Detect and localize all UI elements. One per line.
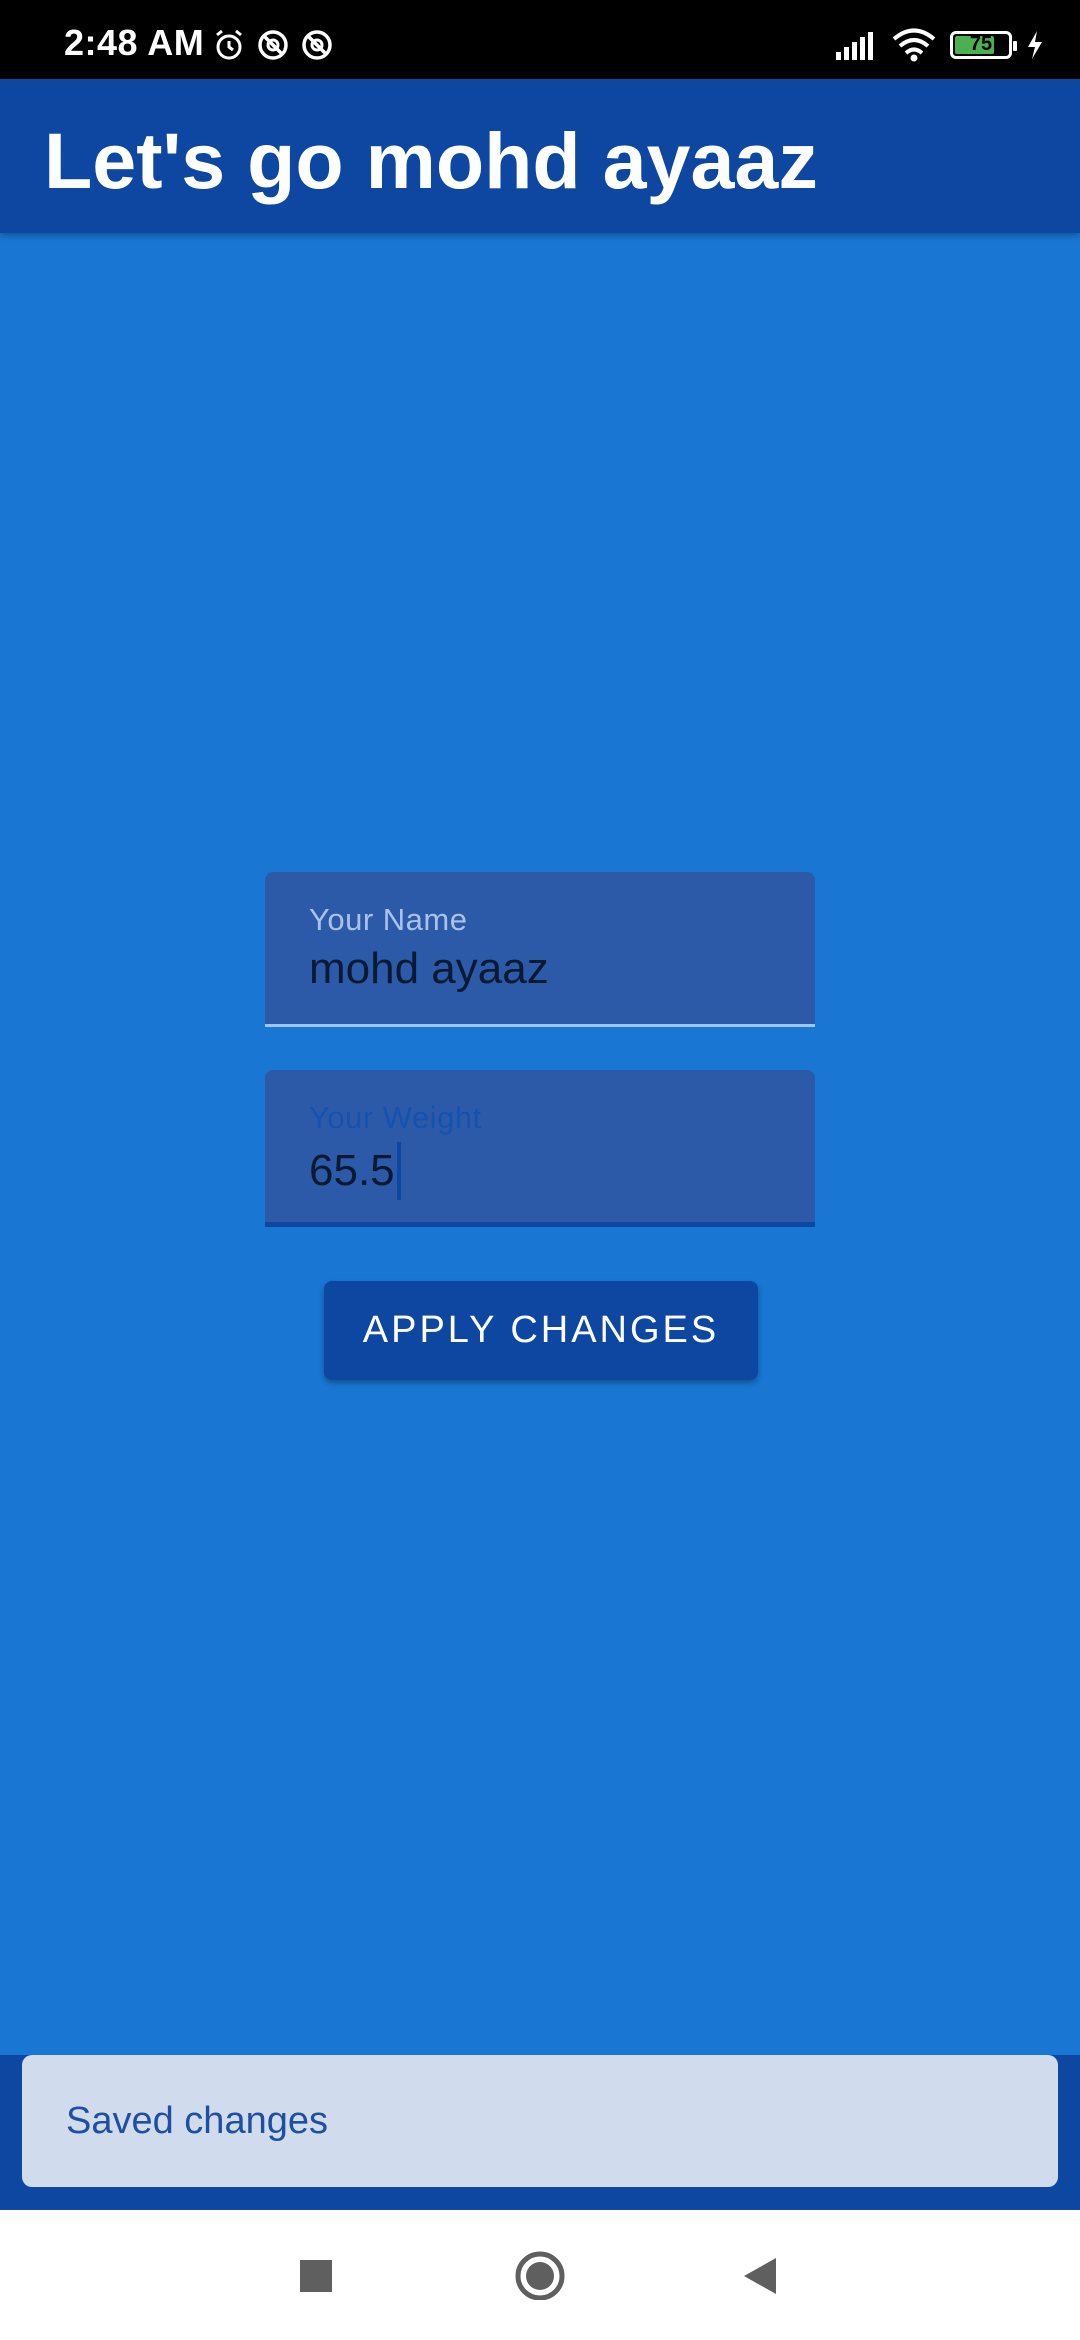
battery-icon: 75 xyxy=(950,31,1017,59)
snackbar-message: Saved changes xyxy=(66,2100,328,2142)
name-input-text[interactable]: mohd ayaaz xyxy=(309,944,549,994)
snackbar-container: Saved changes xyxy=(0,2055,1080,2210)
charging-icon xyxy=(1028,31,1042,59)
battery-level-text: 75 xyxy=(969,33,993,55)
name-field-label: Your Name xyxy=(309,902,468,937)
wifi-icon xyxy=(892,28,936,62)
signal-icon xyxy=(836,32,873,60)
status-bar: 2:48 AM 75 xyxy=(0,0,1080,79)
recents-square-icon[interactable] xyxy=(296,2250,336,2300)
page-title: Let's go mohd ayaaz xyxy=(44,116,818,205)
navigation-bar xyxy=(0,2210,1080,2340)
battery-tip xyxy=(1013,41,1017,51)
weight-field-label: Your Weight xyxy=(309,1100,482,1135)
weight-input-text[interactable]: 65.5 xyxy=(309,1146,395,1196)
status-left-icons xyxy=(212,28,334,62)
app-bar: Let's go mohd ayaaz xyxy=(0,79,1080,233)
back-triangle-icon[interactable] xyxy=(740,2250,780,2300)
text-cursor xyxy=(396,1142,401,1200)
sync-disabled-icon xyxy=(258,30,288,60)
alarm-icon xyxy=(216,29,242,60)
apply-changes-button[interactable]: APPLY CHANGES xyxy=(324,1281,758,1380)
snackbar: Saved changes xyxy=(22,2055,1058,2187)
name-field[interactable]: Your Name mohd ayaaz xyxy=(265,872,815,1027)
name-field-value[interactable]: mohd ayaaz xyxy=(309,944,549,994)
status-time: 2:48 AM xyxy=(64,22,205,63)
weight-field-value[interactable]: 65.5 xyxy=(309,1142,401,1200)
status-right-icons: 75 xyxy=(836,28,1044,62)
weight-field[interactable]: Your Weight 65.5 xyxy=(265,1070,815,1227)
sync-disabled-icon xyxy=(302,30,332,60)
home-circle-icon[interactable] xyxy=(514,2250,566,2300)
